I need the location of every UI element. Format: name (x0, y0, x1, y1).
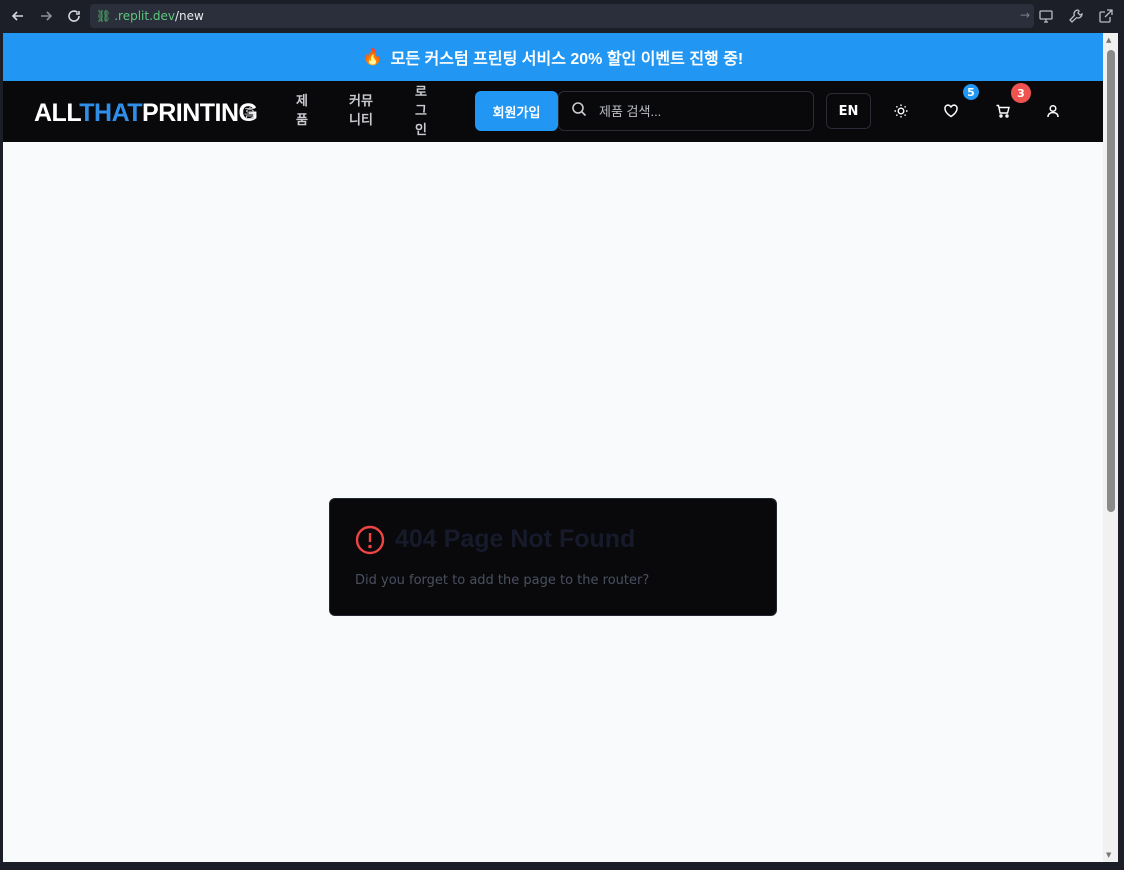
page-viewport: 🔥 모든 커스텀 프린팅 서비스 20% 할인 이벤트 진행 중! ALLTHA… (3, 33, 1118, 862)
wishlist-count-badge: 5 (963, 84, 979, 100)
url-path: /new (175, 9, 204, 23)
monitor-icon[interactable] (1034, 4, 1058, 28)
sun-icon[interactable] (891, 101, 911, 121)
signup-button[interactable]: 회원가입 (475, 91, 558, 131)
open-external-icon[interactable] (1094, 4, 1118, 28)
cart-count-badge: 3 (1011, 83, 1031, 103)
back-icon[interactable] (4, 2, 32, 30)
fire-icon: 🔥 (362, 49, 383, 66)
promo-banner: 🔥 모든 커스텀 프린팅 서비스 20% 할인 이벤트 진행 중! (3, 33, 1103, 81)
alert-circle-icon (354, 524, 386, 556)
forward-icon[interactable] (32, 2, 60, 30)
reload-icon[interactable] (60, 2, 88, 30)
search-box[interactable] (558, 91, 814, 131)
search-input[interactable] (599, 103, 799, 119)
go-arrow-icon[interactable]: → (1020, 8, 1030, 22)
page-scrollbar[interactable]: ▲ ▼ (1103, 33, 1118, 862)
wrench-icon[interactable] (1064, 4, 1088, 28)
nav-login[interactable]: 로그인 (415, 83, 431, 140)
logo-part-printing: PRINTING (142, 99, 258, 127)
search-icon (571, 101, 587, 121)
not-found-card: 404 Page Not Found Did you forget to add… (329, 498, 777, 616)
user-icon[interactable] (1043, 101, 1063, 121)
url-domain: .replit.dev (114, 9, 176, 23)
cart-icon[interactable] (993, 101, 1013, 121)
nav-community[interactable]: 커뮤니티 (349, 92, 379, 130)
browser-toolbar: ⛓ .replit.dev/new → (0, 0, 1124, 33)
heart-icon[interactable] (941, 101, 961, 121)
nav-products[interactable]: 제품 (296, 92, 312, 130)
scroll-down-icon[interactable]: ▼ (1106, 851, 1111, 859)
error-title: 404 Page Not Found (395, 525, 636, 553)
nav-home[interactable]: 홈 (244, 103, 256, 122)
site-header: ALLTHATPRINTING 홈 제품 커뮤니티 로그인 회원가입 EN 5 … (3, 81, 1103, 142)
site-logo[interactable]: ALLTHATPRINTING (34, 99, 258, 128)
address-bar[interactable]: ⛓ .replit.dev/new → (90, 4, 1034, 28)
link-icon: ⛓ (96, 9, 112, 23)
error-message: Did you forget to add the page to the ro… (355, 573, 650, 588)
logo-part-all: ALL (34, 99, 80, 127)
logo-part-that: THAT (79, 99, 143, 127)
promo-text: 모든 커스텀 프린팅 서비스 20% 할인 이벤트 진행 중! (390, 51, 744, 68)
scrollbar-thumb[interactable] (1107, 50, 1115, 512)
scroll-up-icon[interactable]: ▲ (1106, 36, 1111, 44)
language-button[interactable]: EN (826, 93, 871, 129)
